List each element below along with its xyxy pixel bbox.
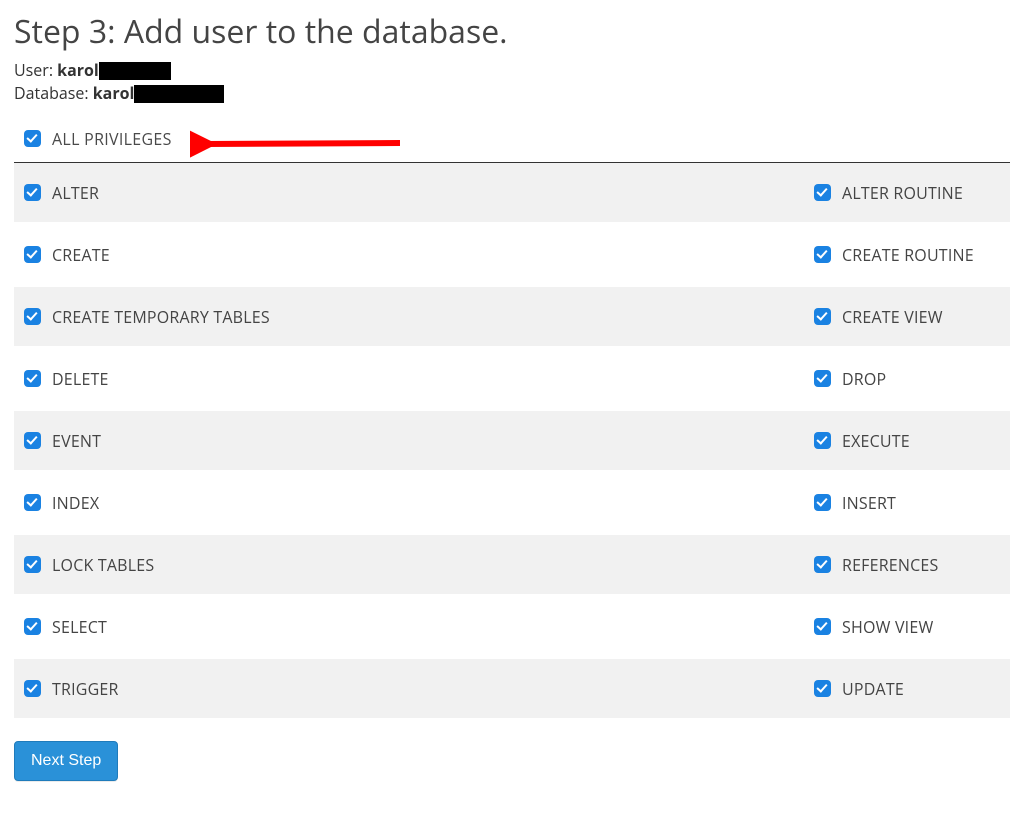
privilege-row: SELECT SHOW VIEW — [14, 597, 1010, 659]
redacted-user-suffix — [99, 62, 171, 80]
privilege-cell: CREATE VIEW — [810, 305, 943, 328]
privileges-grid: ALTERALTER ROUTINECREATECREATE ROUTINECR… — [14, 163, 1010, 721]
privilege-label: SHOW VIEW — [842, 616, 933, 638]
user-label: User: — [14, 59, 57, 81]
privilege-row: LOCK TABLES REFERENCES — [14, 535, 1010, 597]
privilege-label: INDEX — [52, 492, 99, 514]
database-label: Database: — [14, 82, 93, 104]
privilege-checkbox[interactable] — [24, 680, 41, 697]
privilege-cell: INSERT — [810, 491, 896, 514]
privilege-label: CREATE TEMPORARY TABLES — [52, 306, 270, 328]
privilege-label: DELETE — [52, 368, 109, 390]
privilege-cell: ALTER — [20, 181, 810, 204]
privilege-checkbox[interactable] — [814, 184, 831, 201]
privilege-cell: DROP — [810, 367, 886, 390]
privilege-label: CREATE ROUTINE — [842, 244, 974, 266]
redacted-database-suffix — [134, 85, 224, 103]
privilege-row: EVENT EXECUTE — [14, 411, 1010, 473]
privilege-cell: REFERENCES — [810, 553, 938, 576]
privilege-cell: ALTER ROUTINE — [810, 181, 963, 204]
all-privileges-checkbox[interactable] — [24, 130, 41, 147]
privilege-label: UPDATE — [842, 678, 904, 700]
database-value: karol — [93, 82, 135, 104]
privilege-row: ALTER ALTER ROUTINE — [14, 163, 1010, 225]
privilege-checkbox[interactable] — [814, 308, 831, 325]
next-step-button[interactable]: Next Step — [14, 741, 118, 781]
privilege-label: LOCK TABLES — [52, 554, 154, 576]
privilege-label: ALTER ROUTINE — [842, 182, 963, 204]
privilege-cell: EVENT — [20, 429, 810, 452]
privilege-row: TRIGGER UPDATE — [14, 659, 1010, 721]
privilege-cell: SELECT — [20, 615, 810, 638]
privilege-row: DELETE DROP — [14, 349, 1010, 411]
privilege-cell: TRIGGER — [20, 677, 810, 700]
privilege-checkbox[interactable] — [814, 432, 831, 449]
privilege-checkbox[interactable] — [814, 556, 831, 573]
privilege-label: SELECT — [52, 616, 107, 638]
privilege-label: CREATE — [52, 244, 110, 266]
privilege-checkbox[interactable] — [814, 494, 831, 511]
all-privileges-row: ALL PRIVILEGES — [14, 127, 1010, 162]
privilege-cell: UPDATE — [810, 677, 904, 700]
privilege-label: EXECUTE — [842, 430, 910, 452]
privilege-checkbox[interactable] — [24, 494, 41, 511]
privilege-label: CREATE VIEW — [842, 306, 943, 328]
privilege-checkbox[interactable] — [814, 680, 831, 697]
privilege-cell: CREATE — [20, 243, 810, 266]
privilege-checkbox[interactable] — [814, 618, 831, 635]
privilege-checkbox[interactable] — [814, 246, 831, 263]
privilege-cell: EXECUTE — [810, 429, 910, 452]
all-privileges-label: ALL PRIVILEGES — [52, 128, 172, 150]
privilege-cell: LOCK TABLES — [20, 553, 810, 576]
privilege-row: CREATE CREATE ROUTINE — [14, 225, 1010, 287]
privilege-checkbox[interactable] — [24, 308, 41, 325]
privilege-checkbox[interactable] — [24, 370, 41, 387]
privilege-label: ALTER — [52, 182, 99, 204]
privilege-cell: INDEX — [20, 491, 810, 514]
meta-block: User: karol Database: karol — [14, 59, 1010, 105]
privilege-label: TRIGGER — [52, 678, 119, 700]
privilege-checkbox[interactable] — [814, 370, 831, 387]
privilege-row: CREATE TEMPORARY TABLES CREATE VIEW — [14, 287, 1010, 349]
privilege-cell: CREATE ROUTINE — [810, 243, 974, 266]
user-value: karol — [57, 59, 99, 81]
privilege-label: INSERT — [842, 492, 896, 514]
privilege-checkbox[interactable] — [24, 618, 41, 635]
privilege-checkbox[interactable] — [24, 246, 41, 263]
privilege-checkbox[interactable] — [24, 432, 41, 449]
privilege-cell: SHOW VIEW — [810, 615, 933, 638]
privilege-label: DROP — [842, 368, 886, 390]
privilege-label: REFERENCES — [842, 554, 938, 576]
privilege-checkbox[interactable] — [24, 184, 41, 201]
privilege-label: EVENT — [52, 430, 101, 452]
privilege-row: INDEX INSERT — [14, 473, 1010, 535]
page-title: Step 3: Add user to the database. — [14, 10, 1010, 53]
privilege-checkbox[interactable] — [24, 556, 41, 573]
privilege-cell: DELETE — [20, 367, 810, 390]
privilege-cell: CREATE TEMPORARY TABLES — [20, 305, 810, 328]
